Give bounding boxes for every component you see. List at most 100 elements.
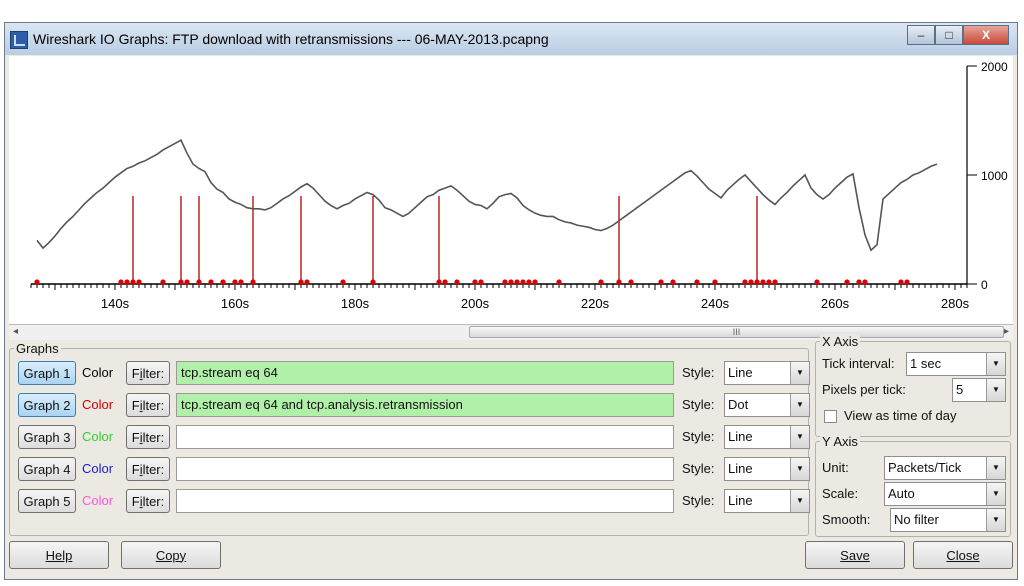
graph-3-filter-button[interactable]: Filter:	[126, 425, 170, 449]
graph-1-filter-button[interactable]: Filter:	[126, 361, 170, 385]
pixels-per-tick-label: Pixels per tick:	[822, 382, 906, 397]
retransmission-dot	[178, 279, 184, 285]
graph-5-filter-input[interactable]	[176, 489, 674, 513]
tick-interval-value: 1 sec	[910, 356, 942, 371]
chevron-down-icon[interactable]: ▼	[986, 483, 1005, 505]
retransmission-dot	[124, 279, 130, 285]
graph-1-button[interactable]: Graph 1	[18, 361, 76, 385]
scroll-right-icon[interactable]: ▸	[1004, 326, 1009, 337]
graph-3-filter-input[interactable]	[176, 425, 674, 449]
close-window-button[interactable]: X	[963, 25, 1009, 45]
x-axis-group: X Axis Tick interval: 1 sec ▼ Pixels per …	[815, 334, 1011, 437]
close-button[interactable]: Close	[913, 541, 1013, 569]
scale-value: Auto	[888, 486, 915, 501]
chevron-down-icon[interactable]: ▼	[790, 394, 809, 416]
retransmission-dot	[370, 279, 376, 285]
horizontal-scrollbar[interactable]: ◂ III ▸	[9, 325, 1013, 340]
chevron-down-icon[interactable]: ▼	[790, 490, 809, 512]
graph-1-filter-input[interactable]: tcp.stream eq 64	[176, 361, 674, 385]
graph-row-5: Graph 5 Color Filter: Style: Line ▼	[18, 489, 810, 513]
retransmission-dot	[658, 279, 664, 285]
x-tick-label: 160s	[221, 296, 250, 311]
time-of-day-checkbox[interactable]	[824, 410, 837, 423]
graph-2-style-select[interactable]: Dot ▼	[724, 393, 810, 417]
pixels-per-tick-select[interactable]: 5 ▼	[952, 378, 1006, 402]
graph-row-2: Graph 2 Color Filter: tcp.stream eq 64 a…	[18, 393, 810, 417]
x-tick-label: 240s	[701, 296, 730, 311]
graph-3-button[interactable]: Graph 3	[18, 425, 76, 449]
help-button[interactable]: Help	[9, 541, 109, 569]
unit-select[interactable]: Packets/Tick ▼	[884, 456, 1006, 480]
io-graph-plot[interactable]: 2000 1000 0 140s 160s 180s 200s 220s 240s 260s 28…	[9, 56, 1013, 325]
graph-4-style-select[interactable]: Line ▼	[724, 457, 810, 481]
graph-5-button[interactable]: Graph 5	[18, 489, 76, 513]
retransmission-dot	[844, 279, 850, 285]
time-of-day-label[interactable]: View as time of day	[844, 408, 956, 423]
retransmission-dot	[760, 279, 766, 285]
retransmission-dot	[814, 279, 820, 285]
retransmission-dot	[616, 279, 622, 285]
graph-2-button[interactable]: Graph 2	[18, 393, 76, 417]
tick-interval-label: Tick interval:	[822, 356, 895, 371]
chevron-down-icon[interactable]: ▼	[790, 458, 809, 480]
maximize-button[interactable]: □	[935, 25, 963, 45]
y-axis-group: Y Axis Unit: Packets/Tick ▼ Scale: Auto ▼ …	[815, 434, 1011, 537]
chevron-down-icon[interactable]: ▼	[790, 362, 809, 384]
graph-4-filter-input[interactable]	[176, 457, 674, 481]
filter-label: Filter:	[131, 461, 165, 477]
graph-5-filter-button[interactable]: Filter:	[126, 489, 170, 513]
x-tick-label: 140s	[101, 296, 130, 311]
graph-row-4: Graph 4 Color Filter: Style: Line ▼	[18, 457, 810, 481]
style-value: Line	[728, 365, 753, 380]
graph-5-style-select[interactable]: Line ▼	[724, 489, 810, 513]
wireshark-app-icon	[10, 31, 28, 49]
graph-4-filter-button[interactable]: Filter:	[126, 457, 170, 481]
graph-1-style-select[interactable]: Line ▼	[724, 361, 810, 385]
tick-interval-select[interactable]: 1 sec ▼	[906, 352, 1006, 376]
help-label: Help	[45, 547, 73, 563]
retransmission-dot	[670, 279, 676, 285]
chevron-down-icon[interactable]: ▼	[986, 457, 1005, 479]
retransmission-dot	[130, 279, 136, 285]
graph-2-filter-button[interactable]: Filter:	[126, 393, 170, 417]
copy-button[interactable]: Copy	[121, 541, 221, 569]
retransmission-dot	[628, 279, 634, 285]
retransmission-dot	[556, 279, 562, 285]
retransmission-dot	[772, 279, 778, 285]
y-axis-legend: Y Axis	[820, 434, 860, 449]
retransmission-dot	[766, 279, 772, 285]
graph-2-style-label: Style:	[682, 397, 715, 412]
graph-3-color[interactable]: Color	[82, 429, 113, 444]
retransmission-dot	[196, 279, 202, 285]
graph-3-style-select[interactable]: Line ▼	[724, 425, 810, 449]
save-button[interactable]: Save	[805, 541, 905, 569]
chevron-down-icon[interactable]: ▼	[790, 426, 809, 448]
minimize-button[interactable]: –	[907, 25, 935, 45]
chevron-down-icon[interactable]: ▼	[986, 509, 1005, 531]
retransmission-dot	[478, 279, 484, 285]
title-bar[interactable]: Wireshark IO Graphs: FTP download with r…	[5, 23, 1017, 55]
graph-1-color[interactable]: Color	[82, 365, 113, 380]
io-graph-chart: 2000 1000 0 140s 160s 180s 200s 220s 240s 260s 28…	[30, 60, 1008, 311]
pixels-per-tick-value: 5	[956, 382, 964, 397]
graph-5-color[interactable]: Color	[82, 493, 113, 508]
chevron-down-icon[interactable]: ▼	[986, 353, 1005, 375]
retransmission-dot	[238, 279, 244, 285]
graph-2-filter-input[interactable]: tcp.stream eq 64 and tcp.analysis.retran…	[176, 393, 674, 417]
x-tick-label: 260s	[821, 296, 850, 311]
x-tick-label: 280s	[941, 296, 970, 311]
x-tick-label: 200s	[461, 296, 490, 311]
scrollbar-thumb[interactable]: III	[469, 326, 1004, 338]
save-label: Save	[840, 547, 870, 563]
graph-2-color[interactable]: Color	[82, 397, 113, 412]
smooth-select[interactable]: No filter ▼	[890, 508, 1006, 532]
retransmission-dot	[250, 279, 256, 285]
graph-4-color[interactable]: Color	[82, 461, 113, 476]
graph-4-button[interactable]: Graph 4	[18, 457, 76, 481]
chevron-down-icon[interactable]: ▼	[986, 379, 1005, 401]
unit-label: Unit:	[822, 460, 849, 475]
scroll-left-icon[interactable]: ◂	[13, 326, 18, 337]
scale-select[interactable]: Auto ▼	[884, 482, 1006, 506]
retransmission-dot	[34, 279, 40, 285]
style-value: Line	[728, 493, 753, 508]
